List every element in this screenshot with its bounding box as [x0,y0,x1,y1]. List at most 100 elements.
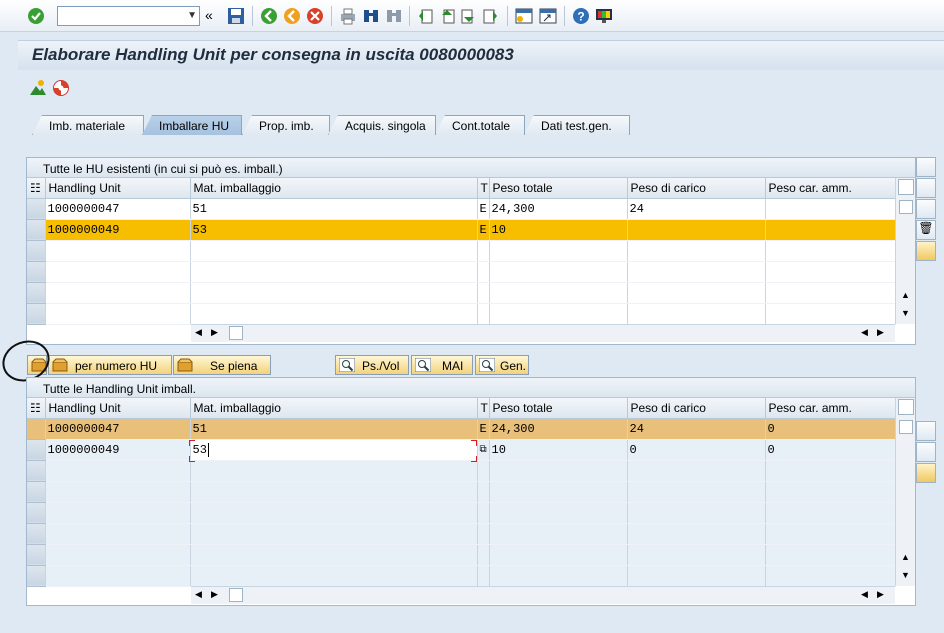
column-header[interactable]: Peso di carico [627,398,766,419]
empty-cell[interactable] [489,282,628,304]
unpack-icon[interactable] [916,463,936,483]
empty-cell[interactable] [765,544,896,566]
empty-cell[interactable] [190,303,478,325]
table-row[interactable] [27,282,896,304]
table-row[interactable] [27,502,896,524]
prev-page-icon[interactable] [437,6,457,26]
cell-mat-imballaggio[interactable]: 51 [190,418,478,440]
empty-cell[interactable] [45,282,191,304]
empty-cell[interactable] [45,481,191,503]
row-selector[interactable] [27,544,46,566]
empty-cell[interactable] [489,502,628,524]
layout-icon[interactable] [594,6,614,26]
empty-cell[interactable] [190,460,478,482]
empty-cell[interactable] [190,481,478,503]
lifebuoy-icon[interactable] [52,79,70,97]
table-row[interactable] [27,240,896,262]
empty-cell[interactable] [477,282,490,304]
empty-cell[interactable] [765,565,896,587]
tab-prop-imb[interactable]: Prop. imb. [242,115,330,135]
cell-mat-imballaggio[interactable]: 53 [190,219,478,241]
scroll-right-icon[interactable]: ▶ [211,327,218,338]
cell-peso-amm[interactable] [765,219,896,241]
table-row[interactable] [27,481,896,503]
empty-cell[interactable] [190,544,478,566]
help-icon[interactable]: ? [571,6,591,26]
display-change-icon[interactable] [29,79,47,97]
shortcut-icon[interactable] [538,6,558,26]
empty-cell[interactable] [489,544,628,566]
empty-cell[interactable] [45,460,191,482]
cell-type[interactable]: E [477,219,490,241]
cell-peso-totale[interactable]: 24,300 [489,418,628,440]
row-selector[interactable] [27,523,46,545]
details-icon[interactable] [916,157,936,177]
empty-cell[interactable] [489,565,628,587]
column-header[interactable]: Peso totale [489,178,628,199]
scroll-right-icon[interactable]: ▶ [877,327,884,338]
scroll-left-icon[interactable]: ◀ [195,327,202,338]
empty-cell[interactable] [190,502,478,524]
row-selector[interactable] [27,418,46,440]
next-page-icon[interactable] [459,6,479,26]
column-header[interactable]: Mat. imballaggio [190,398,478,419]
pack-icon[interactable] [916,241,936,261]
empty-cell[interactable] [190,261,478,283]
empty-cell[interactable] [627,261,766,283]
cell-type[interactable]: E [477,418,490,440]
select-block-icon[interactable] [916,442,936,462]
chevron-down-icon[interactable]: ▼ [187,10,197,21]
empty-cell[interactable] [627,481,766,503]
empty-cell[interactable] [489,261,628,283]
row-selector[interactable] [27,198,46,220]
table-row[interactable] [27,544,896,566]
empty-cell[interactable] [765,460,896,482]
empty-cell[interactable] [627,523,766,545]
scroll-left-icon[interactable]: ◀ [195,589,202,600]
empty-cell[interactable] [489,460,628,482]
empty-cell[interactable] [190,282,478,304]
first-page-icon[interactable] [415,6,435,26]
column-config-icon[interactable] [898,399,914,415]
empty-cell[interactable] [765,502,896,524]
scroll-up-icon[interactable]: ▲ [901,552,910,562]
empty-cell[interactable] [765,481,896,503]
lower-vertical-scrollbar[interactable]: ▲ ▼ [895,398,915,586]
empty-cell[interactable] [627,240,766,262]
empty-cell[interactable] [477,481,490,503]
scroll-down-icon[interactable]: ▼ [901,308,910,318]
cell-peso-amm[interactable] [765,198,896,220]
per-numero-hu-button[interactable]: per numero HU [48,355,172,375]
empty-cell[interactable] [489,240,628,262]
upper-vertical-scrollbar[interactable]: ▲ ▼ [895,178,915,324]
table-row[interactable] [27,261,896,283]
scroll-down-icon[interactable]: ▼ [901,570,910,580]
command-input[interactable] [58,7,178,25]
empty-cell[interactable] [489,303,628,325]
empty-cell[interactable] [627,460,766,482]
find-icon[interactable] [361,6,381,26]
row-selector[interactable] [27,282,46,304]
table-row[interactable]: 1000000047 51 E 24,300 24 [27,198,896,220]
column-config-icon[interactable] [898,179,914,195]
empty-cell[interactable] [627,502,766,524]
column-header[interactable]: T [477,398,490,419]
column-header[interactable]: Handling Unit [45,178,191,199]
exit-icon[interactable] [282,6,302,26]
empty-cell[interactable] [477,261,490,283]
value-help-icon[interactable]: ⧉ [480,445,487,456]
empty-cell[interactable] [489,523,628,545]
cell-peso-totale[interactable]: 10 [489,439,628,461]
empty-cell[interactable] [765,261,896,283]
empty-cell[interactable] [45,502,191,524]
mai-button[interactable]: MAI [411,355,473,375]
cell-peso-carico[interactable]: 0 [627,439,766,461]
scroll-left-icon[interactable]: ◀ [861,589,868,600]
empty-cell[interactable] [477,502,490,524]
empty-cell[interactable] [45,303,191,325]
last-page-icon[interactable] [481,6,501,26]
empty-cell[interactable] [45,565,191,587]
column-header[interactable]: Peso car. amm. [765,398,896,419]
cell-handling-unit[interactable]: 1000000047 [45,418,191,440]
select-all-icon[interactable]: ☷ [27,178,46,199]
